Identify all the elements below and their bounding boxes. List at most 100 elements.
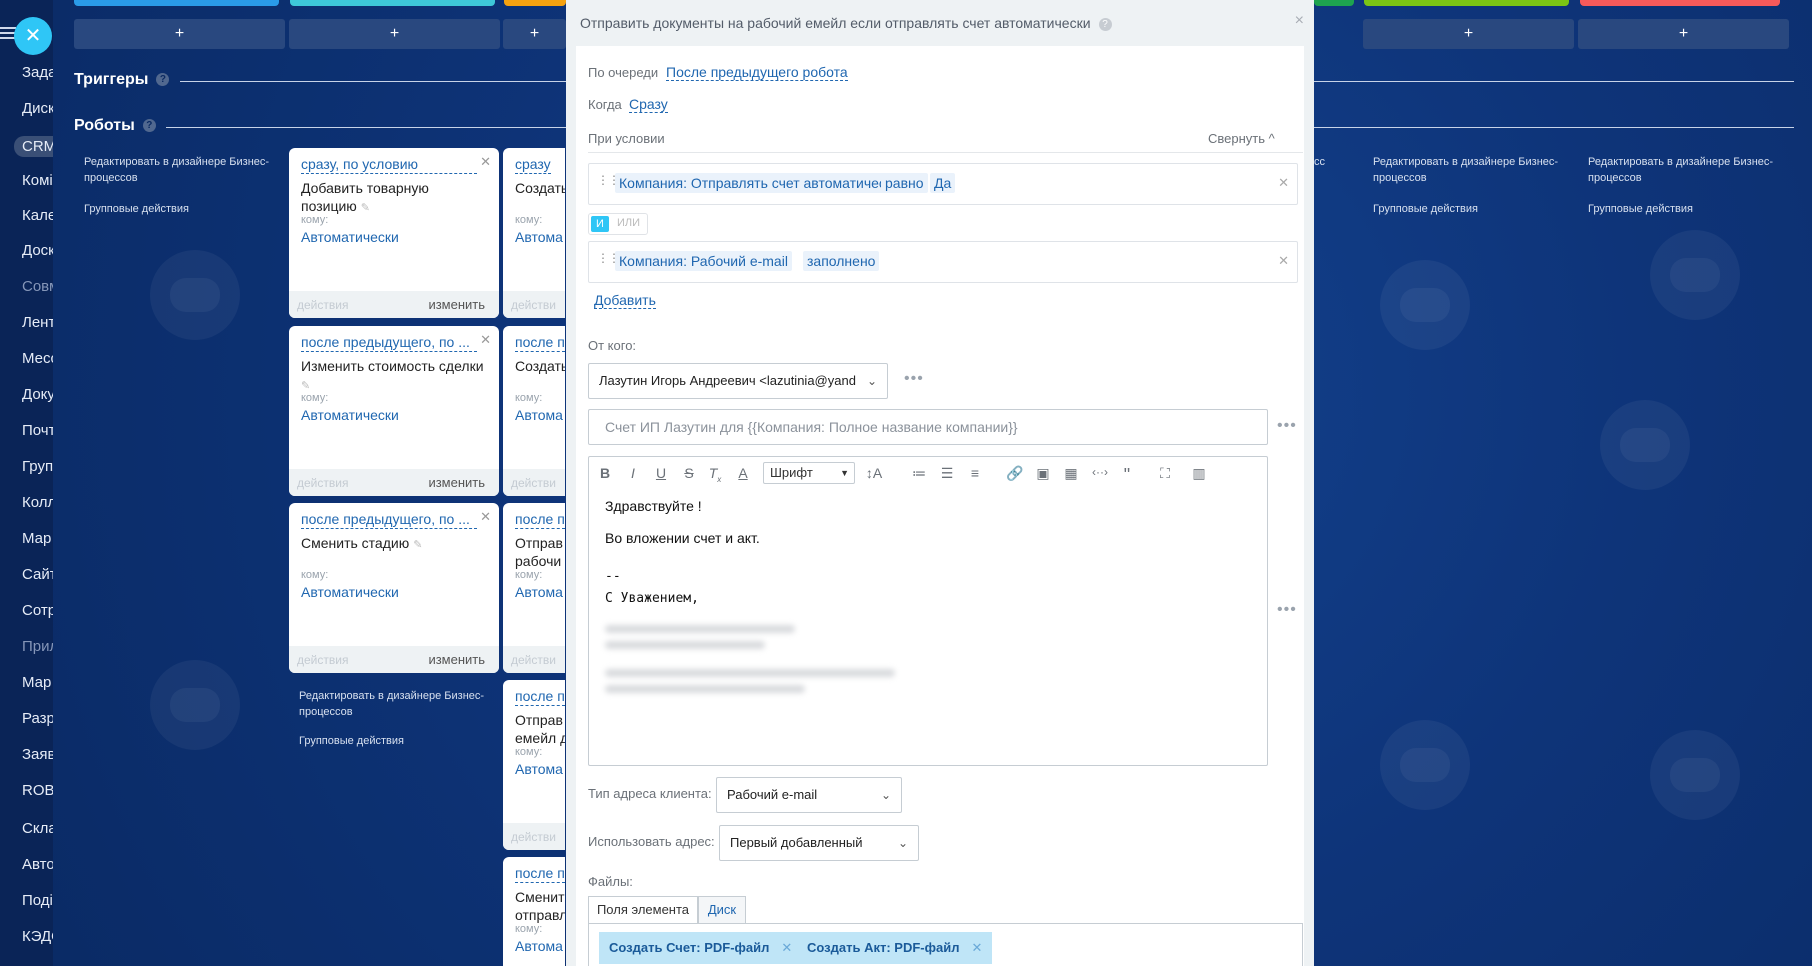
add-robot-button[interactable]: +	[74, 19, 285, 49]
left-menu-item[interactable]: КЭДО	[22, 928, 53, 945]
font-size-icon[interactable]: ↕A	[861, 465, 887, 481]
edit-in-designer-link[interactable]: Редактировать в дизайнере Бизнес-процесс…	[299, 688, 499, 720]
subject-input[interactable]: Счет ИП Лазутин для {{Компания: Полное н…	[588, 409, 1268, 445]
image-icon[interactable]: ▣	[1033, 465, 1053, 482]
ordered-list-icon[interactable]: ≔	[909, 465, 929, 482]
pencil-icon[interactable]: ✎	[301, 380, 310, 392]
strikethrough-icon[interactable]: S	[679, 465, 699, 481]
robot-card-to-value[interactable]: Автома	[515, 407, 563, 423]
help-icon[interactable]: ?	[156, 73, 170, 87]
edit-in-designer-link[interactable]: Редактировать в дизайнере Бизнес-процесс…	[84, 154, 284, 186]
more-icon[interactable]: •••	[1277, 601, 1297, 619]
code-icon[interactable]: ‹··›	[1087, 465, 1113, 479]
left-menu-item[interactable]: Поді	[22, 892, 53, 909]
left-menu-item[interactable]: Комі	[22, 172, 53, 189]
left-menu-item[interactable]: Сайт	[22, 566, 53, 583]
group-actions-link[interactable]: Групповые действия	[1373, 201, 1478, 217]
remove-file-icon[interactable]: ✕	[971, 940, 982, 955]
bullet-list-icon[interactable]: ☰	[937, 465, 957, 482]
tab-disk[interactable]: Диск	[698, 896, 746, 924]
remove-file-icon[interactable]: ✕	[781, 940, 792, 955]
robot-card-change-button[interactable]: изменить	[428, 297, 485, 312]
close-icon[interactable]: ✕	[480, 154, 491, 170]
left-menu-item[interactable]: Скла	[22, 820, 53, 837]
close-slider-button[interactable]: ✕	[14, 17, 52, 55]
add-robot-button[interactable]: +	[289, 19, 500, 49]
robot-card-condition[interactable]: сразу, по условию	[301, 156, 477, 174]
collapse-button[interactable]: Свернуть ^	[1208, 131, 1275, 146]
robot-card[interactable]: после предыдущего, по ... ✕ Сменить стад…	[289, 503, 499, 673]
robot-card-change-button[interactable]: изменить	[428, 475, 485, 490]
left-menu-item[interactable]: Доск	[22, 242, 53, 259]
robot-card[interactable]: сразу, по условию ✕ Добавить товарную по…	[289, 148, 499, 318]
and-toggle[interactable]: И	[591, 216, 609, 232]
robot-card-partial[interactable]: сразу Создать кому: Автома действи	[503, 148, 565, 318]
address-type-select[interactable]: Рабочий e-mail ⌄	[716, 777, 902, 813]
pencil-icon[interactable]: ✎	[361, 202, 370, 214]
left-menu-item[interactable]: Почт	[22, 422, 53, 439]
left-menu-item[interactable]: Колл	[22, 494, 53, 511]
from-select[interactable]: Лазутин Игорь Андреевич <lazutinia@yand ⌄	[588, 363, 888, 399]
help-icon[interactable]: ?	[1098, 17, 1112, 31]
robot-card[interactable]: после предыдущего, по ... ✕ Изменить сто…	[289, 326, 499, 496]
robot-card-condition[interactable]: после п	[515, 511, 565, 529]
left-menu-item[interactable]: Мар	[22, 674, 51, 691]
source-mode-icon[interactable]: ▥	[1189, 465, 1209, 482]
robot-card-partial[interactable]: после п Создать кому: Автома действи	[503, 326, 565, 496]
left-menu-item[interactable]: Совм	[22, 278, 53, 295]
remove-condition-icon[interactable]: ✕	[1278, 253, 1289, 269]
left-menu-item[interactable]: Разр	[22, 710, 53, 727]
files-field[interactable]: Создать Счет: PDF-файл ✕ Создать Акт: PDF…	[588, 923, 1303, 966]
use-address-select[interactable]: Первый добавленный ⌄	[719, 825, 919, 861]
close-icon[interactable]: ✕	[480, 509, 491, 525]
left-menu-item[interactable]: Диск	[22, 100, 53, 117]
or-toggle[interactable]: ИЛИ	[617, 217, 640, 229]
remove-condition-icon[interactable]: ✕	[1278, 175, 1289, 191]
close-dialog-button[interactable]: ×	[1295, 12, 1304, 30]
left-menu-item[interactable]: ROB	[22, 782, 53, 799]
condition-operator[interactable]: заполнено	[803, 251, 880, 271]
tab-element-fields[interactable]: Поля элемента	[588, 896, 698, 924]
font-color-icon[interactable]: A	[733, 465, 753, 481]
link-icon[interactable]: 🔗	[1005, 465, 1025, 482]
add-robot-button[interactable]: +	[1578, 19, 1789, 49]
close-icon[interactable]: ✕	[480, 332, 491, 348]
fullscreen-icon[interactable]: ⛶	[1155, 465, 1175, 482]
underline-icon[interactable]: U	[651, 465, 671, 481]
table-icon[interactable]: ▦	[1061, 465, 1081, 482]
left-menu-item[interactable]: Груп	[22, 458, 53, 475]
logic-toggle[interactable]: И ИЛИ	[588, 213, 648, 235]
robot-card-change-button[interactable]: изменить	[428, 652, 485, 667]
condition-value[interactable]: Да	[930, 173, 956, 193]
italic-icon[interactable]: I	[623, 465, 643, 481]
order-select[interactable]: После предыдущего робота	[666, 64, 848, 81]
left-menu-item[interactable]: Сотр	[22, 602, 53, 619]
when-select[interactable]: Сразу	[629, 96, 668, 113]
robot-card-partial[interactable]: после п Сменит отправл кому: Автома	[503, 857, 565, 966]
email-body-editor[interactable]: B I U S Tx A Шрифт ▼ ↕A ≔ ☰ ≡ 🔗 ▣ ▦ ‹··› …	[588, 456, 1268, 766]
robot-card-condition[interactable]: после п	[515, 865, 565, 883]
robot-card-to-value[interactable]: Автоматически	[301, 407, 399, 423]
left-menu-item[interactable]: Зада	[22, 64, 53, 81]
left-menu-item[interactable]: Месс	[22, 350, 53, 367]
left-menu-item[interactable]: Прил	[22, 638, 53, 655]
robot-card-condition[interactable]: после предыдущего, по ...	[301, 511, 477, 529]
left-menu-item[interactable]: Кале	[22, 207, 53, 224]
group-actions-link[interactable]: Групповые действия	[84, 201, 189, 217]
group-actions-link[interactable]: Групповые действия	[1588, 201, 1693, 217]
robot-card-to-value[interactable]: Автоматически	[301, 584, 399, 600]
clear-format-icon[interactable]: Tx	[705, 465, 725, 484]
edit-in-designer-link[interactable]: Редактировать в дизайнере Бизнес-процесс…	[1588, 154, 1788, 186]
left-menu-item[interactable]: Доку	[22, 386, 53, 403]
robot-card-condition[interactable]: после предыдущего, по ...	[301, 334, 477, 352]
help-icon[interactable]: ?	[142, 119, 156, 133]
robot-card-to-value[interactable]: Автома	[515, 938, 563, 954]
robot-card-condition[interactable]: после п	[515, 688, 565, 706]
robot-card-partial[interactable]: после п Отправ емейл д кому: Автома дейст…	[503, 680, 565, 850]
left-menu-item[interactable]: Лент	[22, 314, 53, 331]
robot-card-to-value[interactable]: Автома	[515, 761, 563, 777]
add-robot-button[interactable]: +	[503, 19, 566, 49]
left-menu-item[interactable]: Авто	[22, 856, 53, 873]
more-icon[interactable]: •••	[1277, 417, 1297, 435]
left-menu-item[interactable]: CRM	[14, 136, 53, 157]
